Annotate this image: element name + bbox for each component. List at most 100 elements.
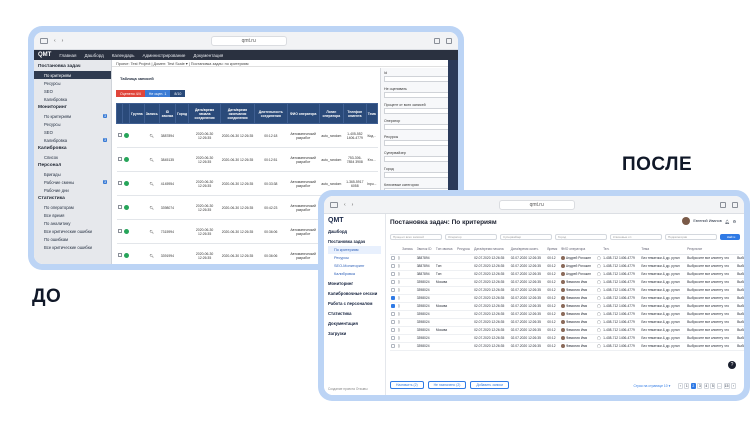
- row-checkbox-cell[interactable]: [390, 278, 397, 287]
- sidebar-item[interactable]: Все критические ошибки: [34, 227, 111, 235]
- sidebar-item[interactable]: Документация: [328, 318, 381, 328]
- sidebar-item[interactable]: Ресурсы: [34, 79, 111, 87]
- unassigned-button[interactable]: Не назначено (2): [427, 381, 467, 389]
- rows-per-page[interactable]: Строк на странице 10 ▾: [633, 384, 670, 388]
- table-row[interactable]: ▯ 3398024 02.07.2020 12:26:35 02.07.2020 12…: [390, 334, 744, 343]
- filter-input[interactable]: [384, 76, 458, 82]
- page-button[interactable]: 1: [684, 383, 690, 389]
- row-checkbox-cell[interactable]: [390, 262, 397, 271]
- play-cell[interactable]: [401, 254, 416, 263]
- sidebar-toggle-icon[interactable]: [330, 201, 338, 208]
- filter-select[interactable]: Оператор: [445, 234, 497, 240]
- user-block[interactable]: Евгений Иванов 🔔︎ ⚙: [682, 217, 736, 225]
- search-icon[interactable]: 🔍︎: [150, 230, 154, 234]
- filter-select[interactable]: Супервайзер: [500, 234, 552, 240]
- help-button[interactable]: ?: [728, 361, 736, 369]
- comment-icon[interactable]: ▢: [597, 336, 600, 340]
- play-cell[interactable]: [401, 262, 416, 271]
- add-records-button[interactable]: Добавить записи: [470, 381, 510, 389]
- sidebar-item[interactable]: Статистика: [328, 308, 381, 318]
- search-icon[interactable]: 🔍︎: [150, 206, 154, 210]
- play-cell[interactable]: [401, 334, 416, 343]
- page-button[interactable]: …: [716, 383, 723, 389]
- row-checkbox-cell[interactable]: [390, 334, 397, 343]
- row-checkbox-cell[interactable]: [390, 270, 397, 279]
- sidebar-item[interactable]: По критериям: [34, 71, 111, 79]
- sidebar-subitem[interactable]: Ресурсы: [328, 254, 381, 262]
- table-row[interactable]: ▯ 3398024 02.07.2020 12:26:35 02.07.2020 12…: [390, 310, 744, 319]
- sidebar-toggle-icon[interactable]: [40, 37, 48, 44]
- filter-input[interactable]: [384, 124, 458, 130]
- row-checkbox[interactable]: [117, 181, 122, 185]
- search-icon[interactable]: 🔍︎: [150, 158, 154, 162]
- sidebar-item[interactable]: Мониторинг: [328, 278, 381, 288]
- comment-icon[interactable]: ▢: [597, 320, 600, 324]
- file-icon[interactable]: ▯: [398, 280, 400, 284]
- file-icon[interactable]: ▯: [398, 320, 400, 324]
- page-button[interactable]: 2: [690, 383, 696, 389]
- file-icon[interactable]: ▯: [398, 304, 400, 308]
- row-checkbox[interactable]: [391, 327, 395, 332]
- play-cell[interactable]: 🔍︎: [144, 171, 160, 196]
- tab-rated[interactable]: Оценено 4/4: [116, 90, 145, 97]
- sidebar-item[interactable]: По критериям 3: [34, 112, 111, 120]
- share-icon[interactable]: [720, 201, 726, 208]
- sidebar-subitem[interactable]: По критериям: [328, 246, 381, 254]
- row-checkbox[interactable]: [391, 295, 395, 300]
- filter-select[interactable]: Город: [555, 234, 607, 240]
- row-checkbox[interactable]: [391, 255, 395, 260]
- row-checkbox[interactable]: [117, 133, 122, 137]
- play-cell[interactable]: 🔍︎: [144, 243, 160, 264]
- sidebar-item[interactable]: Рабочие смены 3: [34, 178, 111, 186]
- back-icon[interactable]: ‹: [54, 38, 56, 44]
- comment-icon[interactable]: ▢: [597, 328, 600, 332]
- file-icon[interactable]: ▯: [398, 256, 400, 260]
- table-row[interactable]: 🔍︎ 3845135 2020-06-30 12:26:35 2020-06-30 1…: [116, 147, 378, 172]
- table-row[interactable]: ▯ 3398024 02.07.2020 12:26:35 02.07.2020 12…: [390, 318, 744, 327]
- filter-select[interactable]: Ключевые сл: [610, 234, 662, 240]
- sidebar-item[interactable]: Калибровка 3: [34, 136, 111, 144]
- table-row[interactable]: 🔍︎ 3887894 2020-06-30 12:26:35 2020-06-30 1…: [116, 123, 378, 148]
- row-checkbox-cell[interactable]: [390, 318, 397, 327]
- nav-item[interactable]: Документация: [193, 53, 223, 58]
- table-row[interactable]: ▯ 3398024 Москва 02.07.2020 12:26:35 02.07.2…: [390, 278, 744, 287]
- gear-icon[interactable]: ⚙: [733, 219, 736, 224]
- file-icon[interactable]: ▯: [398, 296, 400, 300]
- filter-input[interactable]: [384, 92, 458, 98]
- sidebar-subitem[interactable]: Калибровка: [328, 270, 381, 278]
- file-icon[interactable]: ▯: [398, 344, 400, 348]
- row-checkbox-cell[interactable]: [390, 302, 397, 311]
- search-icon[interactable]: 🔍︎: [150, 134, 154, 138]
- row-checkbox[interactable]: [391, 303, 395, 308]
- play-cell[interactable]: 🔍︎: [144, 147, 160, 172]
- file-icon[interactable]: ▯: [398, 272, 400, 276]
- play-cell[interactable]: 🔍︎: [144, 123, 160, 148]
- sidebar-item[interactable]: По аналитику: [34, 219, 111, 227]
- play-cell[interactable]: [401, 278, 416, 287]
- nav-item[interactable]: Дашборд: [84, 53, 103, 58]
- play-cell[interactable]: [401, 302, 416, 311]
- sidebar-item[interactable]: SEO: [34, 128, 111, 136]
- row-checkbox[interactable]: [117, 205, 122, 209]
- file-icon[interactable]: ▯: [398, 288, 400, 292]
- search-button[interactable]: Найти: [720, 234, 740, 240]
- table-row[interactable]: ▯ 3398024 02.07.2020 12:26:35 02.07.2020 12…: [390, 294, 744, 303]
- filter-input[interactable]: [384, 156, 458, 162]
- row-checkbox[interactable]: [117, 157, 122, 161]
- url-field[interactable]: qmt.ru: [210, 35, 287, 46]
- row-checkbox[interactable]: [391, 271, 395, 276]
- sidebar-item-dashboard[interactable]: Дашборд: [328, 226, 381, 236]
- table-row[interactable]: ▯ 3398024 Москва 02.07.2020 12:26:35 02.07.2…: [390, 326, 744, 335]
- filter-select[interactable]: Подкатегории: [665, 234, 717, 240]
- row-checkbox-cell[interactable]: [390, 310, 397, 319]
- url-field[interactable]: qmt.ru: [498, 199, 575, 210]
- sidebar-item[interactable]: Калибровка: [34, 95, 111, 103]
- filter-input[interactable]: [384, 108, 458, 114]
- row-checkbox[interactable]: [117, 229, 122, 233]
- bell-icon[interactable]: 🔔︎: [725, 219, 730, 224]
- page-button[interactable]: 4: [703, 383, 709, 389]
- table-row[interactable]: ▯ 3398024 Москва 02.07.2020 12:26:35 02.07.2…: [390, 302, 744, 311]
- row-checkbox[interactable]: [391, 263, 395, 268]
- play-cell[interactable]: [401, 294, 416, 303]
- tab-unrated[interactable]: Не оцен. 1: [144, 90, 171, 97]
